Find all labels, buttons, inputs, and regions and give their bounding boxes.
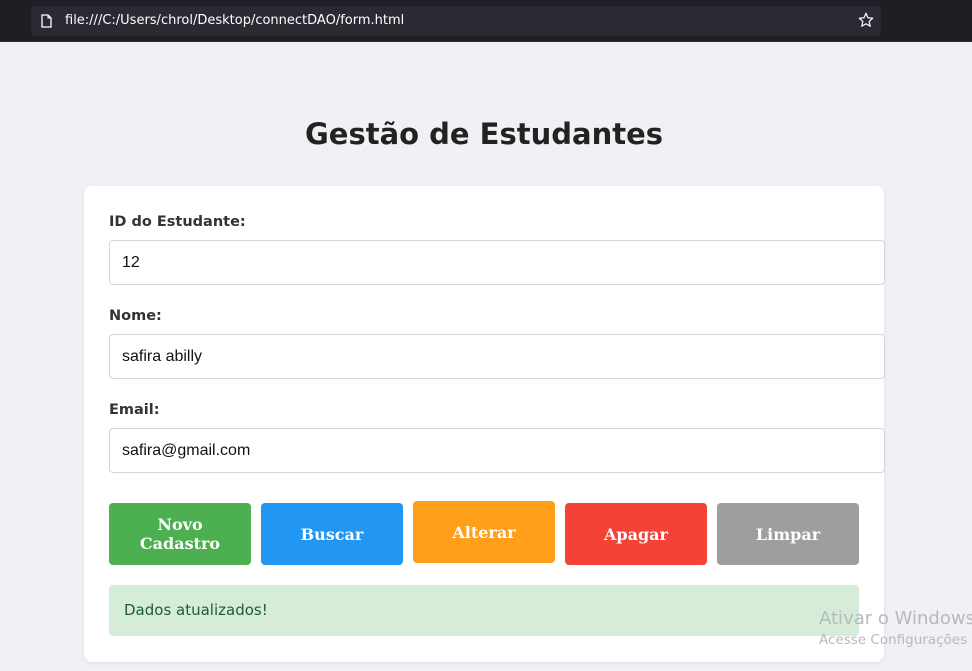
address-bar[interactable]: file:///C:/Users/chrol/Desktop/connectDA… xyxy=(31,6,881,36)
watermark-line-1: Ativar o Windows xyxy=(819,608,972,629)
student-form-card: ID do Estudante: Nome: Email: Novo Cadas… xyxy=(84,186,885,662)
update-button[interactable]: Alterar xyxy=(413,501,555,563)
star-icon[interactable] xyxy=(857,11,875,29)
student-id-input[interactable] xyxy=(109,240,885,285)
page-icon xyxy=(41,14,52,28)
page-title: Gestão de Estudantes xyxy=(304,117,664,151)
new-record-button[interactable]: Novo Cadastro xyxy=(109,503,251,565)
url-text[interactable]: file:///C:/Users/chrol/Desktop/connectDA… xyxy=(65,13,404,28)
delete-button[interactable]: Apagar xyxy=(565,503,707,565)
clear-button[interactable]: Limpar xyxy=(717,503,859,565)
browser-toolbar: file:///C:/Users/chrol/Desktop/connectDA… xyxy=(0,0,972,42)
watermark-line-2: Acesse Configurações p xyxy=(819,632,972,648)
name-label: Nome: xyxy=(109,308,162,324)
search-button[interactable]: Buscar xyxy=(261,503,403,565)
name-input[interactable] xyxy=(109,334,885,379)
email-label: Email: xyxy=(109,402,160,418)
student-id-label: ID do Estudante: xyxy=(109,214,246,230)
windows-activation-watermark: Ativar o Windows Acesse Configurações p xyxy=(819,608,972,648)
status-message: Dados atualizados! xyxy=(109,585,859,636)
email-input[interactable] xyxy=(109,428,885,473)
